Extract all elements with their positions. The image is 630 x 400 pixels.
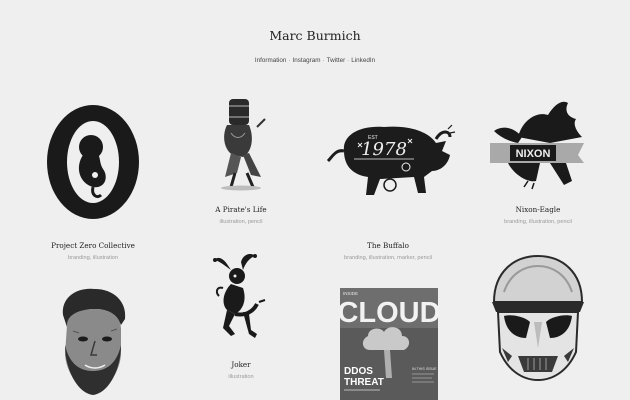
work-title[interactable]: Joker xyxy=(161,360,321,369)
work-title[interactable]: A Pirate's Life xyxy=(161,205,321,214)
nav-instagram[interactable]: Instagram xyxy=(293,57,321,64)
work-card-nixon-eagle[interactable]: NIXON Nixon-Eagle branding, illustration… xyxy=(458,95,618,235)
joker-artwork[interactable] xyxy=(213,252,269,344)
magazine-title-text: CLOUD xyxy=(340,297,438,329)
work-card-portrait[interactable] xyxy=(13,285,173,400)
work-title[interactable]: The Buffalo xyxy=(308,241,468,250)
work-tags: branding, illustration, pencil xyxy=(504,219,572,225)
main-nav: Information · Instagram · Twitter · LinkedIn xyxy=(0,57,630,64)
work-card-stormtrooper[interactable] xyxy=(458,250,618,400)
buffalo-year-text: 1978 xyxy=(361,139,407,160)
work-title[interactable]: Nixon-Eagle xyxy=(458,205,618,214)
nixon-text: NIXON xyxy=(516,148,551,160)
work-card-project-zero[interactable]: Project Zero Collective branding, illust… xyxy=(13,95,173,270)
work-tags: branding, illustration, marker, pencil xyxy=(344,255,432,261)
work-title[interactable]: Project Zero Collective xyxy=(13,241,173,250)
nav-separator: · xyxy=(322,57,325,64)
nav-twitter[interactable]: Twitter xyxy=(327,57,346,64)
site-title[interactable]: Marc Burmich xyxy=(0,28,630,43)
magazine-headline-2: THREAT xyxy=(344,377,384,388)
magazine-headline-1: DDOS xyxy=(344,366,373,377)
stormtrooper-artwork[interactable] xyxy=(484,252,592,388)
work-tags: illustration, pencil xyxy=(219,219,263,225)
nixon-eagle-artwork[interactable]: NIXON xyxy=(488,97,588,191)
nav-separator: · xyxy=(347,57,350,64)
buffalo-artwork[interactable]: 1978 EST xyxy=(324,121,456,201)
work-card-buffalo[interactable]: 1978 EST The Buffalo branding, illustrat… xyxy=(308,95,468,270)
work-card-cloud-magazine[interactable]: INSIDE CLOUD DDOS THREAT IN THIS ISSUE xyxy=(308,285,468,400)
project-zero-artwork[interactable] xyxy=(45,103,141,221)
magazine-kicker-text: INSIDE xyxy=(343,291,358,296)
work-card-pirates-life[interactable]: A Pirate's Life illustration, pencil xyxy=(161,95,321,235)
magazine-side-text: IN THIS ISSUE xyxy=(412,367,437,371)
nav-linkedin[interactable]: LinkedIn xyxy=(351,57,375,64)
nav-separator: · xyxy=(288,57,291,64)
cloud-magazine-artwork[interactable]: INSIDE CLOUD DDOS THREAT IN THIS ISSUE xyxy=(340,288,438,400)
work-tags: illustration xyxy=(228,374,254,380)
nav-information[interactable]: Information xyxy=(255,57,287,64)
work-tags: branding, illustration xyxy=(67,255,119,261)
portrait-artwork[interactable] xyxy=(51,285,135,400)
buffalo-est-text: EST xyxy=(368,135,378,141)
pirates-life-artwork[interactable] xyxy=(217,97,269,191)
work-card-joker[interactable]: Joker illustration xyxy=(161,250,321,390)
